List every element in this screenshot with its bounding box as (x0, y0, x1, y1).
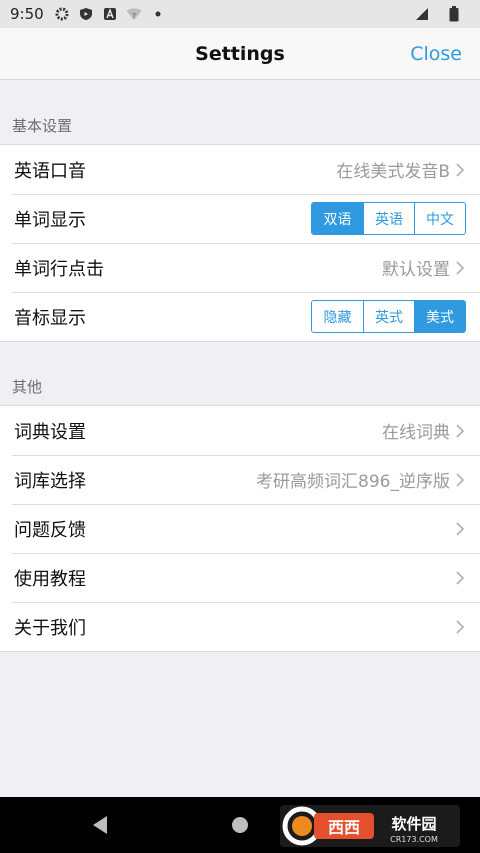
row-word-row-tap[interactable]: 单词行点击 默认设置 (0, 243, 480, 292)
basic-settings-group: 英语口音 在线美式发音B 单词显示 双语 英语 中文 单词行点击 默认设置 音标… (0, 144, 480, 342)
row-label: 单词行点击 (14, 258, 104, 280)
chevron-right-icon (454, 521, 466, 537)
row-phonetic-display: 音标显示 隐藏 英式 美式 (0, 292, 480, 341)
row-value: 在线词典 (382, 423, 450, 443)
row-word-display: 单词显示 双语 英语 中文 (0, 194, 480, 243)
segment-hide[interactable]: 隐藏 (312, 301, 363, 332)
navigation-bar: Settings Close (0, 28, 480, 80)
settings-gear-icon (54, 6, 70, 22)
phonetic-display-segmented-control: 隐藏 英式 美式 (311, 300, 466, 333)
row-label: 问题反馈 (14, 519, 86, 541)
row-accent[interactable]: 英语口音 在线美式发音B (0, 145, 480, 194)
status-bar: 9:50 ? (0, 0, 480, 28)
row-label: 英语口音 (14, 160, 86, 182)
row-feedback[interactable]: 问题反馈 (0, 504, 480, 553)
svg-text:西西: 西西 (328, 818, 360, 837)
segment-american[interactable]: 美式 (414, 301, 465, 332)
wifi-icon: ? (126, 6, 142, 22)
segment-english[interactable]: 英语 (363, 203, 414, 234)
section-header-other: 其他 (12, 378, 43, 396)
chevron-right-icon (454, 162, 466, 178)
svg-text:软件园: 软件园 (391, 815, 436, 833)
row-label: 词典设置 (14, 421, 86, 443)
other-settings-group: 词典设置 在线词典 词库选择 考研高频词汇896_逆序版 问题反馈 使用教程 关… (0, 405, 480, 652)
segment-bilingual[interactable]: 双语 (312, 203, 363, 234)
segment-british[interactable]: 英式 (363, 301, 414, 332)
chevron-right-icon (454, 472, 466, 488)
row-value: 考研高频词汇896_逆序版 (256, 472, 450, 492)
status-time: 9:50 (10, 5, 44, 23)
svg-text:CR173.COM: CR173.COM (390, 835, 438, 844)
watermark-logo: 西西 软件园 CR173.COM (280, 805, 460, 847)
chevron-right-icon (454, 570, 466, 586)
row-value: 在线美式发音B (336, 162, 450, 182)
section-header-basic: 基本设置 (12, 117, 73, 135)
back-icon[interactable] (72, 797, 128, 853)
row-label: 音标显示 (14, 307, 86, 329)
page-title: Settings (195, 42, 285, 65)
segment-chinese[interactable]: 中文 (414, 203, 465, 234)
word-display-segmented-control: 双语 英语 中文 (311, 202, 466, 235)
row-dictionary[interactable]: 词典设置 在线词典 (0, 406, 480, 455)
svg-text:?: ? (132, 12, 136, 20)
chevron-right-icon (454, 423, 466, 439)
row-about[interactable]: 关于我们 (0, 602, 480, 651)
signal-icon (414, 6, 430, 22)
row-label: 单词显示 (14, 209, 86, 231)
row-label: 使用教程 (14, 568, 86, 590)
app-a-icon (102, 6, 118, 22)
chevron-right-icon (454, 619, 466, 635)
battery-icon (446, 6, 462, 22)
close-button[interactable]: Close (410, 28, 462, 80)
dot-icon (150, 6, 166, 22)
row-value: 默认设置 (382, 260, 450, 280)
home-icon[interactable] (212, 797, 268, 853)
row-tutorial[interactable]: 使用教程 (0, 553, 480, 602)
row-wordbank[interactable]: 词库选择 考研高频词汇896_逆序版 (0, 455, 480, 504)
chevron-right-icon (454, 260, 466, 276)
row-label: 关于我们 (14, 617, 86, 639)
shield-icon (78, 6, 94, 22)
row-label: 词库选择 (14, 470, 86, 492)
